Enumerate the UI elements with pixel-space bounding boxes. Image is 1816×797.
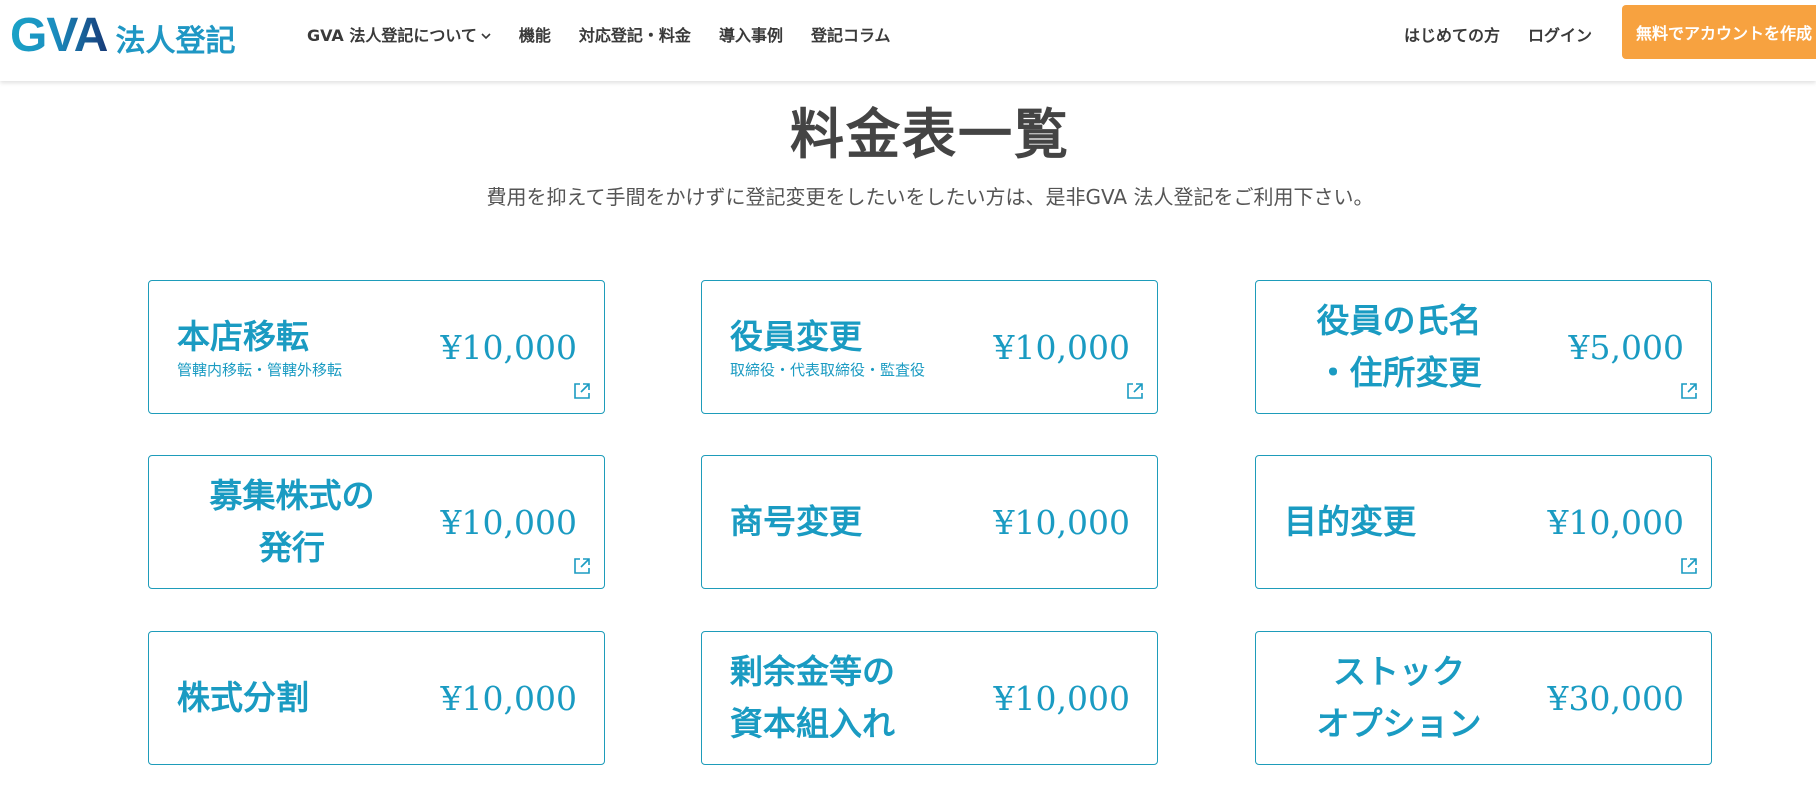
nav-first-time[interactable]: はじめての方 [1404, 22, 1500, 46]
external-link-icon[interactable] [1679, 381, 1699, 401]
card-price: ¥30,000 [1547, 678, 1684, 718]
external-link-icon[interactable] [1125, 381, 1145, 401]
card-subtitle: 管轄内移転・管轄外移転 [177, 360, 343, 379]
price-card[interactable]: 株式分割 ¥10,000 [148, 631, 605, 765]
card-title: 剰余金等の 資本組入れ [730, 652, 895, 743]
card-name-block: 役員の氏名 ・住所変更 [1284, 281, 1514, 413]
card-price: ¥10,000 [440, 678, 577, 718]
card-title: 目的変更 [1284, 502, 1416, 541]
card-name-block: ストック オプション [1284, 632, 1514, 764]
site-header: GVA 法人登記 GVA 法人登記について 機能 対応登記・料金 導入事例 登記… [0, 0, 1816, 81]
price-card[interactable]: 役員変更取締役・代表取締役・監査役 ¥10,000 [701, 280, 1158, 414]
card-price: ¥10,000 [993, 678, 1130, 718]
card-price: ¥10,000 [440, 327, 577, 367]
create-account-button[interactable]: 無料でアカウントを作成 [1622, 5, 1816, 59]
card-title: ストック オプション [1316, 652, 1482, 743]
card-name-block: 本店移転管轄内移転・管轄外移転 [177, 281, 407, 413]
logo-mark: GVA [10, 9, 108, 62]
nav-pricing[interactable]: 対応登記・料金 [579, 22, 691, 46]
price-card[interactable]: 募集株式の 発行 ¥10,000 [148, 455, 605, 589]
card-title: 役員の氏名 ・住所変更 [1316, 301, 1482, 392]
page-title: 料金表一覧 [790, 103, 1070, 166]
nav-login[interactable]: ログイン [1528, 22, 1592, 46]
card-price: ¥10,000 [1547, 502, 1684, 542]
external-link-icon[interactable] [572, 381, 592, 401]
card-price: ¥10,000 [993, 327, 1130, 367]
card-name-block: 株式分割 [177, 632, 407, 764]
nav-about[interactable]: GVA 法人登記について [307, 22, 491, 46]
chevron-down-icon [481, 29, 491, 43]
logo-subtitle: 法人登記 [115, 24, 236, 59]
nav-column[interactable]: 登記コラム [811, 22, 891, 46]
price-card[interactable]: ストック オプション ¥30,000 [1255, 631, 1712, 765]
card-subtitle: 取締役・代表取締役・監査役 [730, 360, 926, 379]
card-name-block: 商号変更 [730, 456, 960, 588]
card-name-block: 目的変更 [1284, 456, 1514, 588]
nav-about-label: GVA 法人登記について [307, 26, 477, 45]
card-price: ¥5,000 [1568, 327, 1684, 367]
card-title: 商号変更 [730, 502, 862, 541]
card-title: 株式分割 [177, 678, 309, 717]
price-card[interactable]: 剰余金等の 資本組入れ ¥10,000 [701, 631, 1158, 765]
nav-features[interactable]: 機能 [519, 22, 551, 46]
price-card[interactable]: 本店移転管轄内移転・管轄外移転 ¥10,000 [148, 280, 605, 414]
gva-logo[interactable]: GVA 法人登記 [10, 8, 236, 62]
nav-cases[interactable]: 導入事例 [719, 22, 783, 46]
price-card[interactable]: 役員の氏名 ・住所変更 ¥5,000 [1255, 280, 1712, 414]
price-card[interactable]: 商号変更 ¥10,000 [701, 455, 1158, 589]
page-description: 費用を抑えて手間をかけずに登記変更をしたいをしたい方は、是非GVA 法人登記をご… [486, 185, 1374, 209]
main-nav: GVA 法人登記について 機能 対応登記・料金 導入事例 登記コラム [307, 22, 918, 46]
right-nav: はじめての方 ログイン [1376, 22, 1592, 46]
external-link-icon[interactable] [1679, 556, 1699, 576]
card-name-block: 剰余金等の 資本組入れ [730, 632, 960, 764]
card-name-block: 役員変更取締役・代表取締役・監査役 [730, 281, 960, 413]
external-link-icon[interactable] [572, 556, 592, 576]
card-title: 募集株式の 発行 [209, 476, 375, 567]
card-price: ¥10,000 [440, 502, 577, 542]
card-title: 本店移転 [177, 316, 309, 356]
price-card[interactable]: 目的変更 ¥10,000 [1255, 455, 1712, 589]
card-price: ¥10,000 [993, 502, 1130, 542]
card-name-block: 募集株式の 発行 [177, 456, 407, 588]
card-title: 役員変更 [730, 316, 862, 356]
